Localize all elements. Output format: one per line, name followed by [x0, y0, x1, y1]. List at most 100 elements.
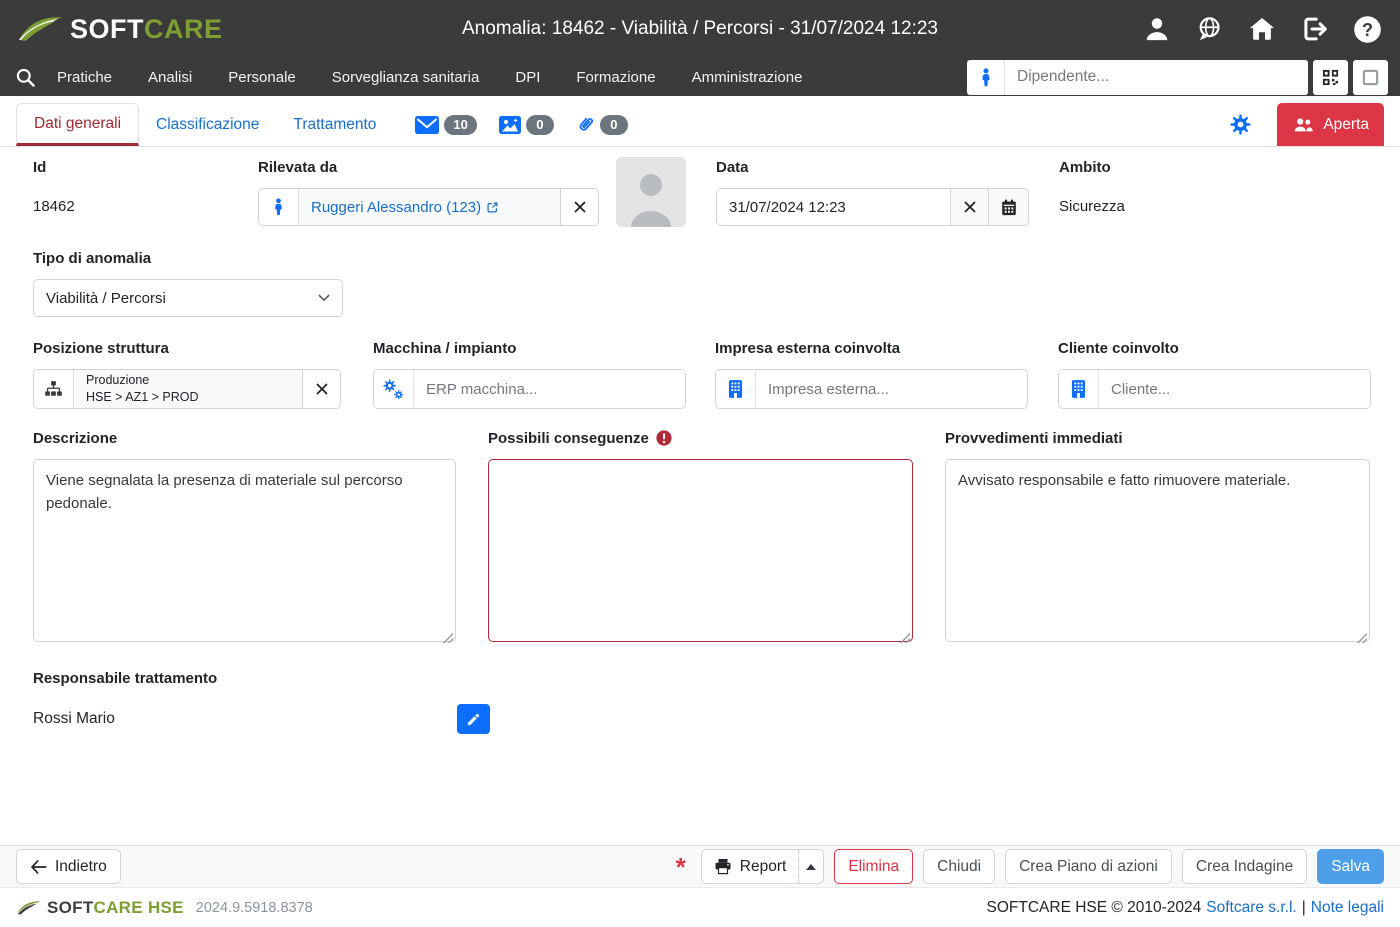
app-logo[interactable]: SOFTCARE: [18, 12, 223, 46]
nav-item-personale[interactable]: Personale: [228, 69, 296, 86]
paperclip-icon: [575, 114, 596, 135]
chevron-down-icon: [318, 294, 330, 302]
person-icon: [967, 60, 1005, 95]
employee-search-group: [967, 60, 1308, 95]
report-button[interactable]: Report: [702, 850, 799, 883]
external-link-icon[interactable]: [486, 201, 499, 214]
treatment-manager-value: Rossi Mario: [33, 710, 115, 728]
nav-item-amministrazione[interactable]: Amministrazione: [692, 69, 803, 86]
search-icon[interactable]: [16, 68, 35, 87]
consequences-textarea[interactable]: [488, 459, 913, 642]
printer-icon: [714, 858, 732, 875]
attachments-count-badge: 0: [600, 115, 628, 135]
save-button[interactable]: Salva: [1317, 849, 1384, 884]
date-field: [716, 188, 1029, 226]
close-icon: [316, 383, 328, 395]
edit-manager-button[interactable]: [457, 704, 490, 734]
description-textarea[interactable]: Viene segnalata la presenza di materiale…: [33, 459, 456, 642]
close-icon: [574, 201, 586, 213]
customer-field: [1058, 369, 1371, 409]
brand-swoosh-icon: [18, 12, 64, 46]
copyright-text: SOFTCARE HSE © 2010-2024: [987, 899, 1202, 917]
delete-button[interactable]: Elimina: [834, 849, 913, 884]
machine-field: [373, 369, 686, 409]
main-nav: Pratiche Analisi Personale Sorveglianza …: [0, 58, 1400, 96]
bottom-toolbar: Indietro * Report Elimina Chiudi Crea Pi…: [0, 845, 1400, 887]
report-dropdown-toggle[interactable]: [798, 850, 823, 883]
report-split-button: Report: [701, 849, 825, 884]
messages-count-badge: 10: [444, 115, 476, 135]
id-value: 18462: [33, 188, 258, 215]
images-counter[interactable]: 0: [498, 103, 554, 146]
anomaly-type-select[interactable]: Viabilità / Percorsi: [33, 279, 343, 317]
date-label: Data: [716, 158, 1059, 176]
machine-label: Macchina / impianto: [373, 339, 715, 357]
brand-text: SOFTCARE: [70, 14, 223, 45]
date-clear-button[interactable]: [950, 189, 988, 225]
back-button[interactable]: Indietro: [16, 849, 121, 884]
nav-item-dpi[interactable]: DPI: [515, 69, 540, 86]
tab-classificazione[interactable]: Classificazione: [139, 103, 276, 146]
nav-item-formazione[interactable]: Formazione: [576, 69, 655, 86]
machine-input[interactable]: [414, 370, 685, 408]
status-aperta-button[interactable]: Aperta: [1277, 103, 1384, 146]
qr-scan-button[interactable]: [1313, 60, 1348, 95]
external-company-field: [715, 369, 1028, 409]
footer-logo: SOFTCARE HSE 2024.9.5918.8378: [16, 898, 313, 918]
logout-icon[interactable]: [1300, 15, 1330, 43]
external-company-label: Impresa esterna coinvolta: [715, 339, 1058, 357]
svg-text:?: ?: [1362, 19, 1373, 39]
position-label: Posizione struttura: [33, 339, 373, 357]
measures-textarea[interactable]: Avvisato responsabile e fatto rimuovere …: [945, 459, 1370, 642]
help-icon[interactable]: ?: [1353, 15, 1382, 44]
nav-item-analisi[interactable]: Analisi: [148, 69, 192, 86]
required-fields-marker: *: [676, 857, 686, 877]
customer-label: Cliente coinvolto: [1058, 339, 1371, 357]
description-label: Descrizione: [33, 429, 488, 447]
anomaly-type-label: Tipo di anomalia: [33, 249, 1370, 267]
qr-code-icon: [1322, 69, 1339, 86]
measures-label: Provvedimenti immediati: [945, 429, 1370, 447]
close-icon: [964, 201, 976, 213]
external-company-input[interactable]: [756, 370, 1027, 408]
caret-up-icon: [806, 864, 816, 870]
user-profile-icon[interactable]: [1143, 15, 1171, 43]
date-calendar-button[interactable]: [988, 189, 1028, 225]
position-clear-button[interactable]: [302, 370, 340, 408]
nav-item-sorveglianza-sanitaria[interactable]: Sorveglianza sanitaria: [332, 69, 480, 86]
window-toggle-button[interactable]: [1353, 60, 1388, 95]
square-icon: [1362, 69, 1379, 86]
building-icon: [716, 370, 756, 408]
language-globe-icon[interactable]: [1194, 15, 1224, 43]
tab-dati-generali[interactable]: Dati generali: [16, 103, 139, 146]
create-action-plan-button[interactable]: Crea Piano di azioni: [1005, 849, 1172, 884]
sitemap-icon: [34, 370, 74, 408]
detected-by-clear-button[interactable]: [560, 189, 598, 225]
customer-input[interactable]: [1099, 370, 1370, 408]
create-investigation-button[interactable]: Crea Indagine: [1182, 849, 1307, 884]
users-icon: [1292, 116, 1314, 134]
gears-icon: [374, 370, 414, 408]
home-icon[interactable]: [1247, 15, 1277, 43]
app-footer: SOFTCARE HSE 2024.9.5918.8378 SOFTCARE H…: [0, 887, 1400, 927]
attachments-counter[interactable]: 0: [575, 103, 628, 146]
person-icon: [259, 189, 299, 225]
avatar: [616, 157, 686, 227]
scope-label: Ambito: [1059, 158, 1370, 176]
tab-trattamento[interactable]: Trattamento: [276, 103, 393, 146]
messages-counter[interactable]: 10: [414, 103, 476, 146]
footer-separator: |: [1302, 899, 1306, 917]
date-input[interactable]: [717, 189, 950, 225]
settings-gear-icon[interactable]: [1230, 114, 1251, 135]
required-warning-icon: [656, 430, 672, 446]
close-record-button[interactable]: Chiudi: [923, 849, 995, 884]
nav-item-pratiche[interactable]: Pratiche: [57, 69, 112, 86]
employee-search-input[interactable]: [1005, 60, 1308, 95]
company-link[interactable]: Softcare s.r.l.: [1206, 899, 1296, 917]
legal-notes-link[interactable]: Note legali: [1311, 899, 1384, 917]
detected-by-field: Ruggeri Alessandro (123): [258, 188, 599, 226]
treatment-manager-label: Responsabile trattamento: [33, 669, 1370, 687]
brand-swoosh-icon: [16, 898, 42, 918]
position-field: Produzione HSE > AZ1 > PROD: [33, 369, 341, 409]
detected-by-link[interactable]: Ruggeri Alessandro (123): [311, 199, 481, 216]
